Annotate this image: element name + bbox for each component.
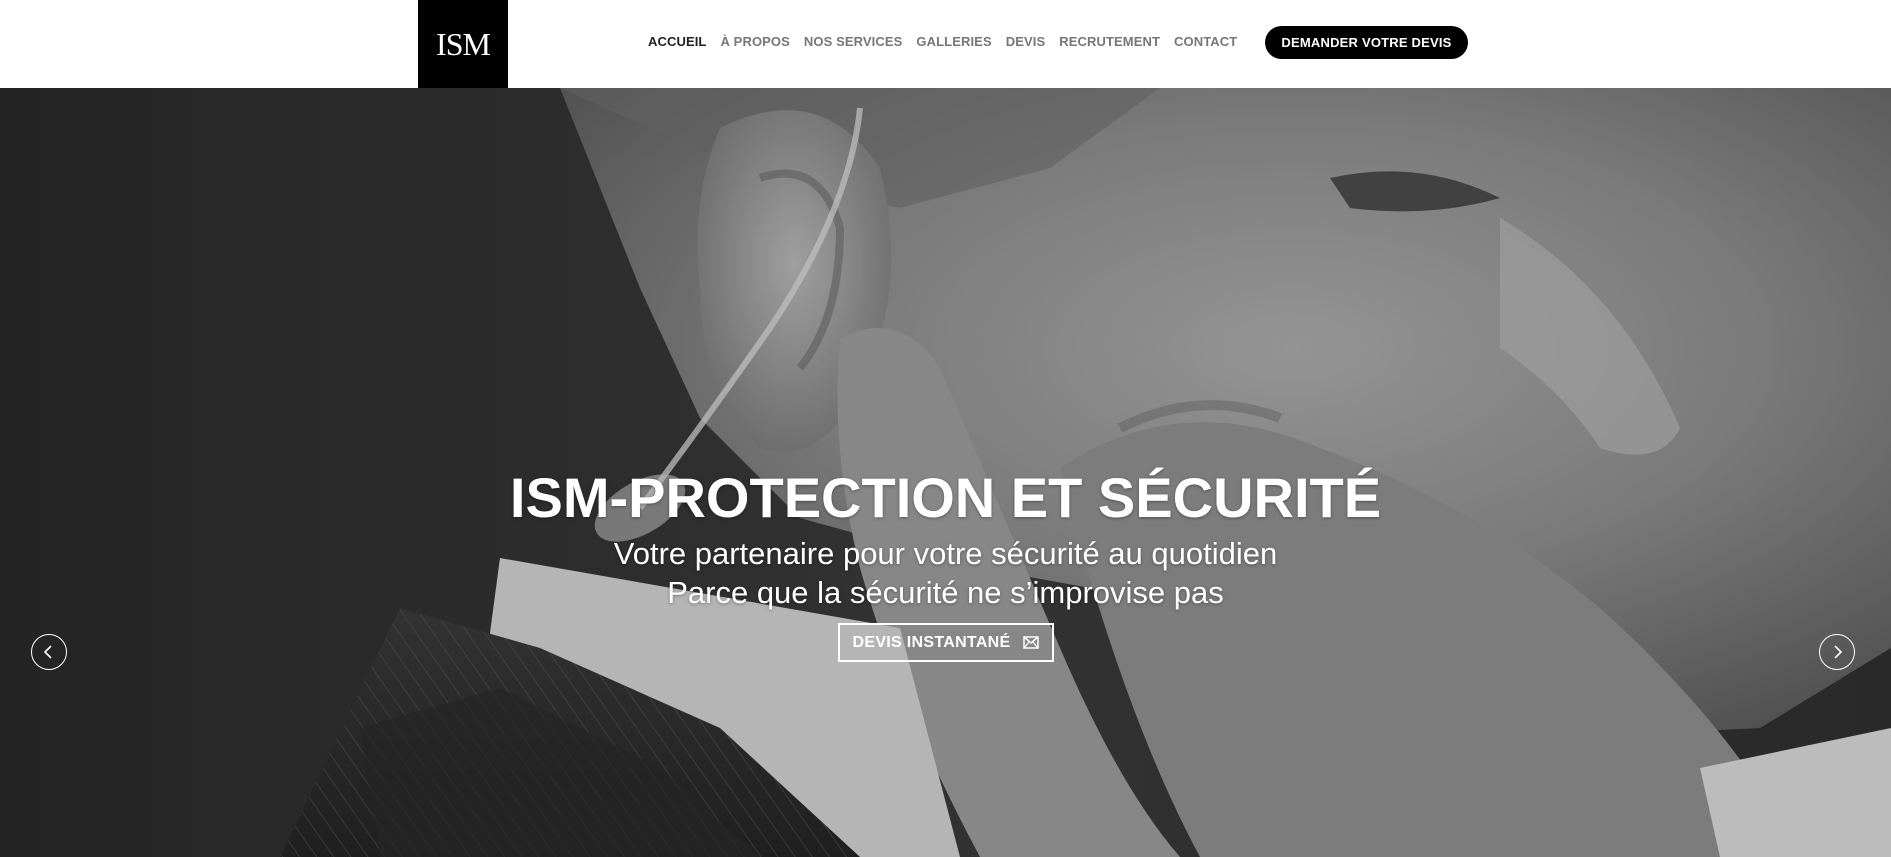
logo-text: ISM: [436, 26, 491, 62]
nav-item-nos-services[interactable]: NOS SERVICES: [804, 34, 903, 49]
site-header: ISM ACCUEIL À PROPOS NOS SERVICES GALLER…: [0, 0, 1891, 88]
request-quote-button[interactable]: DEMANDER VOTRE DEVIS: [1265, 26, 1468, 59]
hero-title: ISM-PROTECTION ET SÉCURITÉ: [509, 466, 1382, 529]
hero-content: ISM-PROTECTION ET SÉCURITÉ Votre partena…: [0, 464, 1891, 662]
nav-item-a-propos[interactable]: À PROPOS: [720, 34, 789, 49]
nav-item-devis[interactable]: DEVIS: [1006, 34, 1046, 49]
nav-item-contact[interactable]: CONTACT: [1174, 34, 1237, 49]
hero-subtitle-line-1: Votre partenaire pour votre sécurité au …: [613, 536, 1278, 571]
instant-quote-button[interactable]: DEVIS INSTANTANÉ: [837, 623, 1054, 662]
hero-subtitle-line-2: Parce que la sécurité ne s’improvise pas: [667, 575, 1224, 610]
nav-item-recrutement[interactable]: RECRUTEMENT: [1059, 34, 1160, 49]
envelope-icon: [1022, 636, 1039, 649]
main-nav: ACCUEIL À PROPOS NOS SERVICES GALLERIES …: [648, 34, 1251, 49]
nav-item-galleries[interactable]: GALLERIES: [916, 34, 991, 49]
logo[interactable]: ISM: [418, 0, 508, 88]
nav-item-accueil[interactable]: ACCUEIL: [648, 34, 706, 49]
instant-quote-label: DEVIS INSTANTANÉ: [852, 633, 1011, 651]
